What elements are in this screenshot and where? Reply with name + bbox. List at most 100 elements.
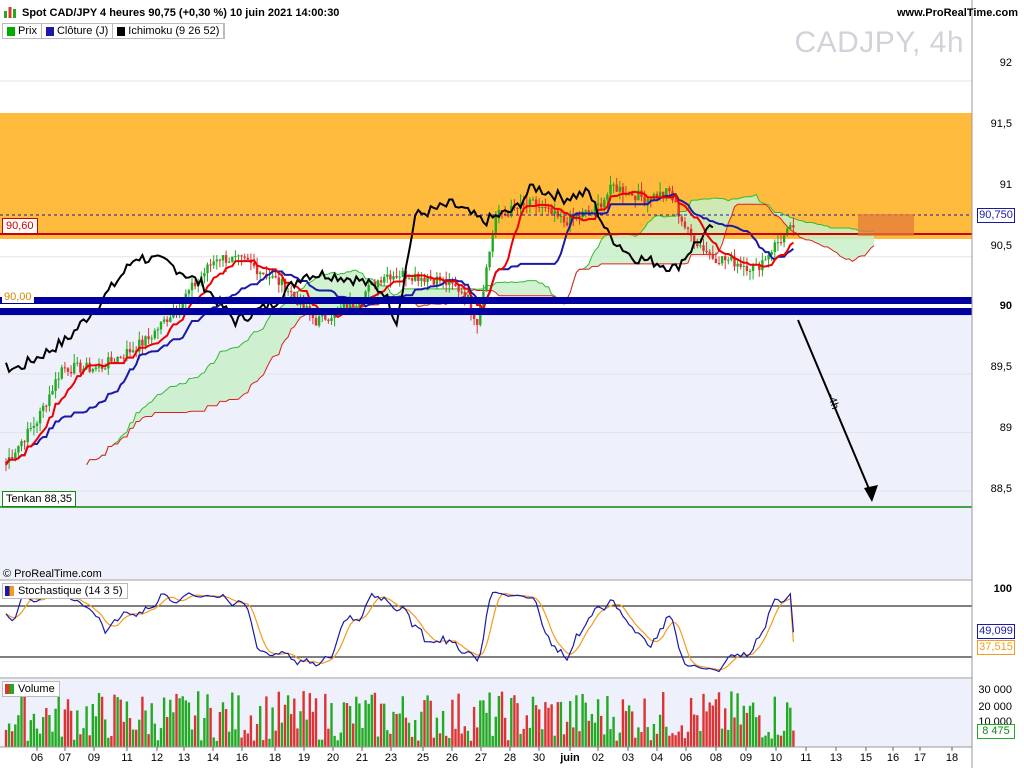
volume-bar [370, 694, 373, 747]
stoch-k-tag: 49,099 [977, 624, 1015, 639]
symbol-watermark: CADJPY, 4h [794, 26, 964, 59]
volume-bar [386, 730, 389, 747]
volume-bar [423, 700, 426, 747]
volume-bar [755, 717, 758, 747]
candle [389, 274, 392, 280]
candle [426, 278, 429, 282]
volume-bar [246, 733, 249, 747]
volume-bar [441, 710, 445, 747]
site-link[interactable]: www.ProRealTime.com [897, 6, 1018, 20]
candle [119, 356, 122, 358]
x-tick-label: 08 [709, 752, 723, 764]
legend-item-price[interactable]: Prix [3, 24, 42, 38]
candle [696, 244, 699, 247]
stochastic-title-label: Stochastique (14 3 5) [18, 585, 123, 597]
volume-bar [751, 702, 755, 747]
candle [764, 259, 767, 261]
volume-bar [693, 714, 696, 747]
candle [317, 316, 321, 326]
candle [144, 336, 147, 346]
candle [259, 272, 262, 275]
volume-bar [218, 711, 222, 747]
volume-bar [407, 722, 411, 747]
volume-bar [317, 739, 321, 747]
candle [565, 222, 569, 226]
volume-bar [662, 692, 665, 747]
volume-bar [156, 740, 160, 747]
volume-title[interactable]: Volume [2, 681, 60, 697]
volume-bar [271, 707, 274, 747]
volume-bar [463, 726, 466, 747]
x-tick-label: 17 [913, 752, 927, 764]
candle [503, 213, 507, 215]
volume-bar [321, 739, 324, 747]
volume-bar [138, 719, 141, 747]
volume-bar [348, 706, 352, 747]
candle [708, 252, 711, 254]
x-tick-label: 25 [416, 752, 430, 764]
volume-bar [665, 726, 668, 747]
volume-bar [786, 702, 789, 747]
volume-bar [187, 702, 191, 747]
candle [606, 194, 609, 200]
volume-bar [705, 711, 708, 747]
volume-bar [336, 740, 339, 747]
candle [745, 265, 749, 272]
volume-bar [7, 723, 11, 747]
volume-bar [417, 740, 420, 747]
volume-bar [466, 730, 470, 747]
legend-item-ichimoku[interactable]: Ichimoku (9 26 52) [113, 24, 225, 38]
candle [516, 208, 519, 210]
volume-bar [237, 695, 240, 747]
volume-bar [714, 699, 718, 747]
candle [228, 261, 231, 263]
candle [748, 270, 752, 272]
volume-bar [627, 705, 631, 747]
candle [11, 457, 14, 459]
x-tick-label: 03 [621, 752, 635, 764]
x-tick-label: 13 [829, 752, 843, 764]
x-tick-label: 06 [679, 752, 693, 764]
volume-bar [479, 700, 482, 747]
price-swatch-icon [7, 26, 15, 36]
volume-bar [680, 725, 683, 747]
volume-bar [637, 727, 640, 747]
volume-bar [243, 729, 246, 747]
candle [76, 362, 79, 364]
volume-bar [649, 740, 652, 747]
volume-bar [516, 703, 519, 747]
volume-bar [590, 713, 594, 747]
volume-bar [609, 729, 612, 747]
volume-bar [17, 715, 20, 747]
x-tick-label: 21 [355, 752, 369, 764]
volume-bar [699, 731, 702, 747]
volume-bar [373, 692, 377, 747]
legend-label: Prix [18, 25, 37, 37]
candle [97, 366, 101, 368]
volume-bar [330, 703, 333, 747]
price-tick: 91 [999, 179, 1012, 191]
candle [717, 263, 721, 265]
candle [401, 270, 404, 277]
chart-canvas[interactable] [0, 0, 1024, 768]
volume-bar [727, 729, 730, 747]
candle [705, 250, 708, 253]
volume-bar [135, 729, 138, 747]
volume-bar [522, 728, 525, 747]
x-tick-label: 18 [945, 752, 959, 764]
candle [643, 196, 646, 204]
candle [169, 317, 172, 322]
stochastic-title[interactable]: Stochastique (14 3 5) [2, 583, 128, 599]
candle [243, 256, 246, 258]
x-tick-label: 14 [206, 752, 220, 764]
volume-bar [159, 728, 163, 747]
volume-bar [184, 700, 187, 747]
candle [376, 280, 380, 288]
legend-item-daily-close[interactable]: Clôture (J) [42, 24, 114, 38]
volume-bar [4, 729, 8, 747]
volume-bar [73, 739, 76, 747]
x-tick-label: 20 [326, 752, 340, 764]
volume-bar [395, 714, 398, 747]
volume-bar [32, 713, 36, 747]
candle [327, 319, 330, 321]
